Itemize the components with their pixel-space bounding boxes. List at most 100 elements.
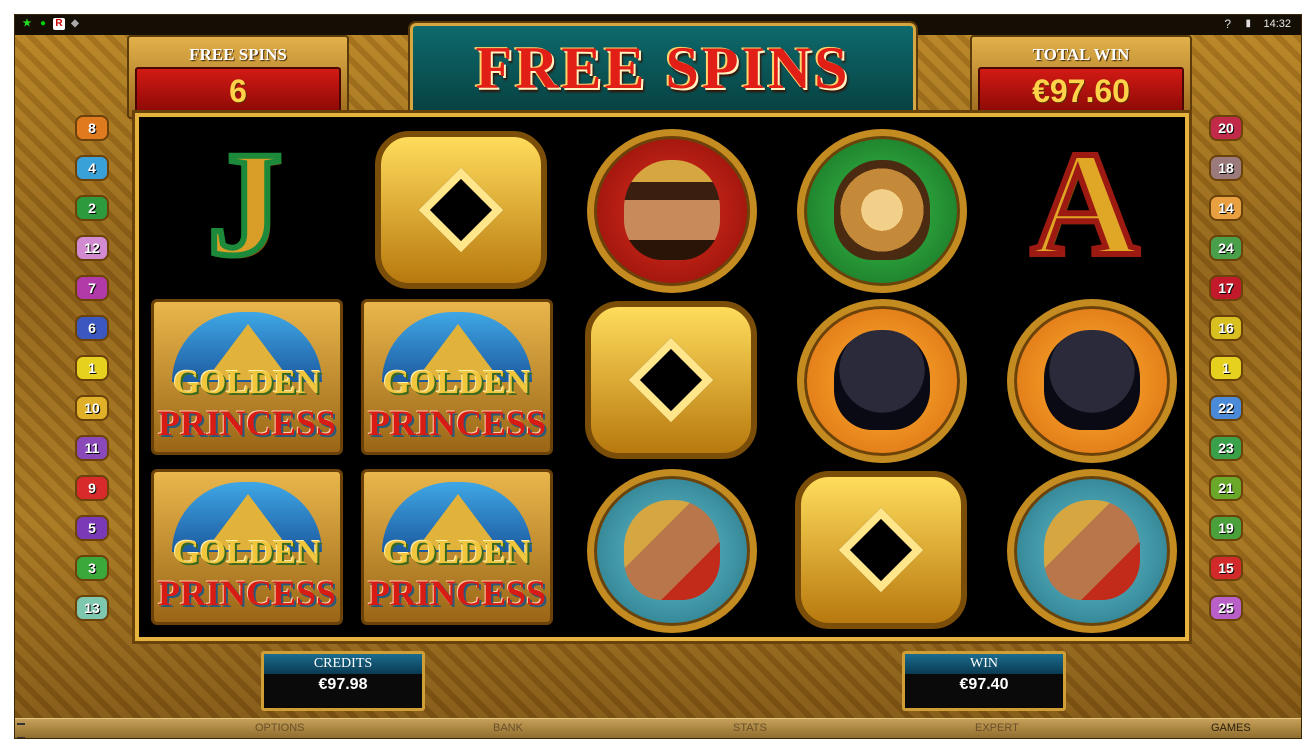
payline-marker[interactable]: 5 (75, 515, 109, 541)
signal-icon: ▮ (1245, 18, 1251, 29)
logo-line2: PRINCESS (367, 403, 547, 443)
reel-cell: GOLDEN PRINCESS (355, 463, 555, 626)
reel-cell: GOLDEN PRINCESS (145, 463, 345, 626)
diamond-icon (838, 507, 924, 593)
diamond-icon (628, 337, 714, 423)
golden-princess-logo-symbol: GOLDEN PRINCESS (361, 299, 553, 455)
panther-symbol (1007, 299, 1177, 463)
payline-marker[interactable]: 21 (1209, 475, 1243, 501)
game-frame: ★ ● R ◆ ? ▮ 14:32 FREE SPINS 6 FREE SPIN… (14, 14, 1302, 739)
expert-button[interactable]: EXPERT (975, 722, 1019, 734)
total-win-value: €97.60 (1032, 73, 1130, 109)
golden-princess-logo-symbol: GOLDEN PRINCESS (151, 299, 343, 455)
status-icon: ● (39, 18, 47, 29)
payline-marker[interactable]: 2 (75, 195, 109, 221)
free-spins-value: 6 (229, 73, 247, 109)
reel-cell (985, 463, 1185, 633)
j-symbol: J (205, 121, 286, 287)
payline-marker[interactable]: 20 (1209, 115, 1243, 141)
payline-marker[interactable]: 16 (1209, 315, 1243, 341)
stats-button[interactable]: STATS (733, 722, 767, 734)
payline-marker[interactable]: 13 (75, 595, 109, 621)
reel-cell (565, 123, 765, 293)
warrior-symbol (587, 469, 757, 633)
reel-cell: GOLDEN PRINCESS (145, 293, 345, 456)
panther-portrait-icon (1044, 330, 1140, 430)
payline-marker[interactable]: 14 (1209, 195, 1243, 221)
reel-cell (775, 463, 975, 629)
free-spins-box: 6 (135, 67, 341, 113)
warrior-portrait-icon (1044, 500, 1140, 600)
warrior-portrait-icon (624, 500, 720, 600)
payline-marker[interactable]: 12 (75, 235, 109, 261)
reel-area[interactable]: J GOLDEN PRINCESS GOLDEN PRINCESS GOLDEN… (135, 113, 1189, 641)
reel-cell (565, 293, 765, 459)
payline-marker[interactable]: 1 (1209, 355, 1243, 381)
logo-line2: PRINCESS (157, 403, 337, 443)
free-spins-counter: FREE SPINS 6 (127, 35, 349, 119)
reel-cell: A (985, 123, 1185, 286)
bank-button[interactable]: BANK (493, 722, 523, 734)
golden-princess-logo-symbol: GOLDEN PRINCESS (151, 469, 343, 625)
payline-marker[interactable]: 22 (1209, 395, 1243, 421)
r-icon: R (53, 18, 65, 30)
payline-marker[interactable]: 11 (75, 435, 109, 461)
payline-marker[interactable]: 10 (75, 395, 109, 421)
payline-marker[interactable]: 24 (1209, 235, 1243, 261)
shield-icon: ◆ (71, 18, 79, 29)
payline-marker[interactable]: 8 (75, 115, 109, 141)
free-spins-label: FREE SPINS (189, 45, 287, 64)
credits-value: €97.98 (318, 676, 368, 693)
reel-cell (775, 123, 975, 293)
payline-marker[interactable]: 19 (1209, 515, 1243, 541)
win-panel: WIN €97.40 (902, 651, 1066, 711)
credits-panel: CREDITS €97.98 (261, 651, 425, 711)
payline-marker[interactable]: 25 (1209, 595, 1243, 621)
total-win-label: TOTAL WIN (1032, 45, 1130, 64)
warrior-symbol (1007, 469, 1177, 633)
reel-cell (775, 293, 975, 463)
help-icon[interactable]: ? (1224, 17, 1231, 31)
logo-line2: PRINCESS (367, 573, 547, 613)
jaguar-symbol (797, 129, 967, 293)
diamond-icon (418, 167, 504, 253)
payline-marker[interactable]: 23 (1209, 435, 1243, 461)
logo-line1: GOLDEN (173, 534, 321, 571)
banner-title: FREE SPINS (475, 35, 851, 101)
options-button[interactable]: OPTIONS (255, 722, 305, 734)
games-button[interactable]: GAMES (1211, 722, 1251, 734)
princess-symbol (587, 129, 757, 293)
reel-cell (355, 123, 555, 289)
credits-label: CREDITS (264, 654, 422, 674)
princess-portrait-icon (624, 160, 720, 260)
q-symbol (795, 471, 967, 629)
menu-icon[interactable] (17, 723, 25, 738)
logo-line1: GOLDEN (173, 364, 321, 401)
clock: 14:32 (1263, 18, 1291, 30)
payline-marker[interactable]: 9 (75, 475, 109, 501)
status-icon: ★ (22, 18, 32, 29)
win-value: €97.40 (959, 676, 1009, 693)
payline-marker[interactable]: 15 (1209, 555, 1243, 581)
panther-portrait-icon (834, 330, 930, 430)
free-spins-banner: FREE SPINS (410, 23, 916, 117)
total-win-box: €97.60 (978, 67, 1184, 113)
reel-cell: GOLDEN PRINCESS (355, 293, 555, 456)
reel-cell (985, 293, 1185, 463)
jaguar-portrait-icon (834, 160, 930, 260)
reel-cell (565, 463, 765, 633)
a-symbol: A (1028, 121, 1142, 287)
q-symbol (375, 131, 547, 289)
golden-princess-logo-symbol: GOLDEN PRINCESS (361, 469, 553, 625)
payline-marker[interactable]: 18 (1209, 155, 1243, 181)
payline-marker[interactable]: 4 (75, 155, 109, 181)
logo-line1: GOLDEN (383, 364, 531, 401)
reel-cell: J (145, 123, 345, 286)
payline-marker[interactable]: 1 (75, 355, 109, 381)
total-win-counter: TOTAL WIN €97.60 (970, 35, 1192, 119)
payline-marker[interactable]: 17 (1209, 275, 1243, 301)
payline-marker[interactable]: 3 (75, 555, 109, 581)
payline-marker[interactable]: 6 (75, 315, 109, 341)
bottom-menu-bar: OPTIONS BANK STATS EXPERT GAMES (15, 718, 1301, 738)
payline-marker[interactable]: 7 (75, 275, 109, 301)
